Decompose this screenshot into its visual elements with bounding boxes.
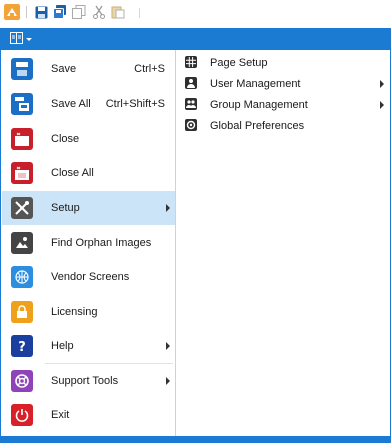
menu-item-help[interactable]: ? Help [2,329,175,363]
menu-item-label: Find Orphan Images [51,237,152,249]
submenu-item-label: Page Setup [210,57,268,69]
save-all-icon [11,93,33,115]
lifebuoy-icon [11,370,33,392]
copy-icon[interactable] [71,4,87,20]
user-icon [185,77,197,89]
menu-item-label: Setup [51,202,80,214]
submenu-item-global-preferences[interactable]: Global Preferences [177,115,390,136]
globe-grid-icon [11,266,33,288]
submenu-item-page-setup[interactable]: Page Setup [177,52,390,73]
close-all-icon [11,162,33,184]
menu-item-shortcut: Ctrl+S [134,63,165,75]
cut-icon[interactable] [91,4,107,20]
menu-item-label: Save [51,63,77,75]
grid-icon [185,56,197,68]
ribbon-bar [0,28,391,50]
menu-item-setup[interactable]: Setup [2,191,175,225]
menu-item-vendor-screens[interactable]: Vendor Screens [2,260,175,294]
menu-item-label: Close All [51,167,94,179]
menu-item-close[interactable]: Close [2,122,175,156]
help-icon: ? [11,335,33,357]
setup-submenu: Page Setup User Management Group Managem… [177,50,390,436]
menu-item-label: Save All [51,98,91,110]
menu-item-save-all[interactable]: Save All Ctrl+Shift+S [2,87,175,121]
submenu-item-user-management[interactable]: User Management [177,73,390,94]
paste-icon[interactable] [110,4,126,20]
menu-item-find-orphan-images[interactable]: Find Orphan Images [2,226,175,260]
file-menu-icon [10,31,23,47]
submenu-item-group-management[interactable]: Group Management [177,94,390,115]
submenu-item-label: Global Preferences [210,120,305,132]
menu-item-label: Licensing [51,306,98,318]
submenu-arrow-icon [380,80,384,88]
find-images-icon [11,232,33,254]
submenu-item-label: User Management [210,78,301,90]
toolbar-separator [26,6,27,18]
group-icon [185,98,197,110]
save-icon [11,58,33,80]
menu-item-licensing[interactable]: Licensing [2,295,175,329]
menu-item-exit[interactable]: Exit [2,398,175,432]
close-file-icon [11,128,33,150]
power-icon [11,404,33,426]
menu-item-label: Vendor Screens [51,271,130,283]
submenu-arrow-icon [166,204,170,212]
file-menu: Save Ctrl+S Save All Ctrl+Shift+S Close … [0,50,391,436]
status-bar [0,436,391,443]
quick-access-toolbar [0,0,391,28]
menu-item-shortcut: Ctrl+Shift+S [105,98,165,110]
menu-item-label: Close [51,133,80,145]
tools-icon [11,197,33,219]
file-menu-items: Save Ctrl+S Save All Ctrl+Shift+S Close … [1,50,176,436]
app-logo-icon[interactable] [4,4,20,20]
preferences-icon [185,119,197,131]
toolbar-separator [139,8,140,18]
submenu-arrow-icon [166,342,170,350]
menu-item-label: Exit [51,409,70,421]
menu-item-support-tools[interactable]: Support Tools [2,364,175,398]
submenu-arrow-icon [166,377,170,385]
save-all-icon[interactable] [52,4,68,20]
svg-text:?: ? [18,340,26,354]
submenu-item-label: Group Management [210,99,308,111]
chevron-down-icon [26,37,32,41]
menu-item-close-all[interactable]: Close All [2,156,175,190]
menu-item-label: Support Tools [51,375,119,387]
menu-item-label: Help [51,340,74,352]
submenu-arrow-icon [380,101,384,109]
file-menu-button[interactable] [10,31,42,47]
save-icon[interactable] [33,4,49,20]
menu-item-save[interactable]: Save Ctrl+S [2,52,175,86]
lock-icon [11,301,33,323]
